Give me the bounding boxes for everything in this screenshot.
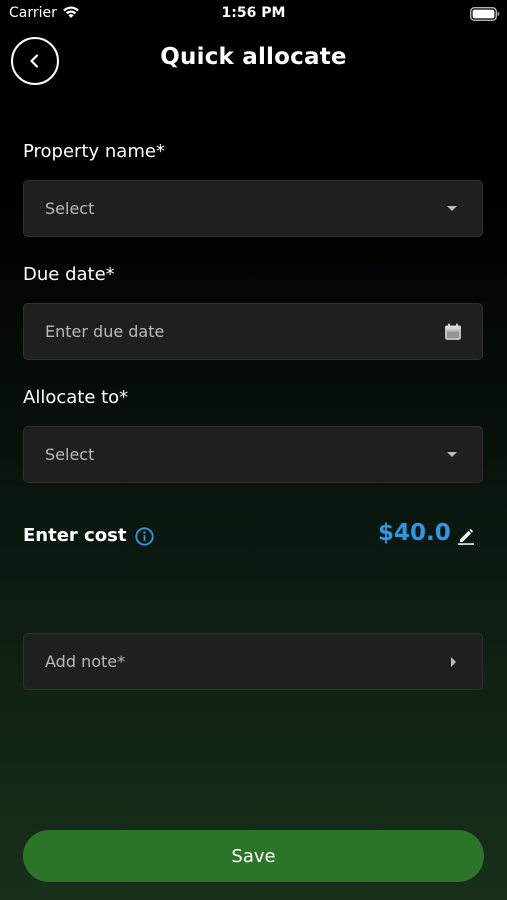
property-name-value: Select	[45, 199, 95, 218]
caret-down-icon	[447, 206, 457, 211]
allocate-to-select[interactable]: Select	[23, 426, 483, 483]
add-note-row[interactable]: Add note*	[23, 633, 483, 690]
save-button[interactable]: Save	[23, 830, 484, 882]
chevron-right-icon	[451, 657, 456, 667]
cost-value[interactable]: $40.0	[378, 520, 451, 546]
enter-cost-label: Enter cost	[23, 525, 127, 546]
page-title: Quick allocate	[160, 44, 347, 70]
due-date-placeholder: Enter due date	[45, 322, 165, 341]
property-name-label: Property name*	[23, 141, 165, 162]
status-bar: Carrier 1:56 PM	[0, 0, 507, 28]
battery-icon	[470, 7, 500, 21]
allocate-to-value: Select	[45, 445, 95, 464]
due-date-field[interactable]: Enter due date	[23, 303, 483, 360]
edit-pencil-icon[interactable]	[457, 527, 475, 545]
calendar-icon[interactable]	[444, 323, 462, 341]
property-name-select[interactable]: Select	[23, 180, 483, 237]
add-note-label: Add note*	[45, 652, 126, 671]
info-icon[interactable]	[135, 527, 154, 546]
allocate-to-label: Allocate to*	[23, 387, 129, 408]
due-date-label: Due date*	[23, 264, 115, 285]
caret-down-icon	[447, 452, 457, 457]
status-time: 1:56 PM	[221, 5, 286, 21]
